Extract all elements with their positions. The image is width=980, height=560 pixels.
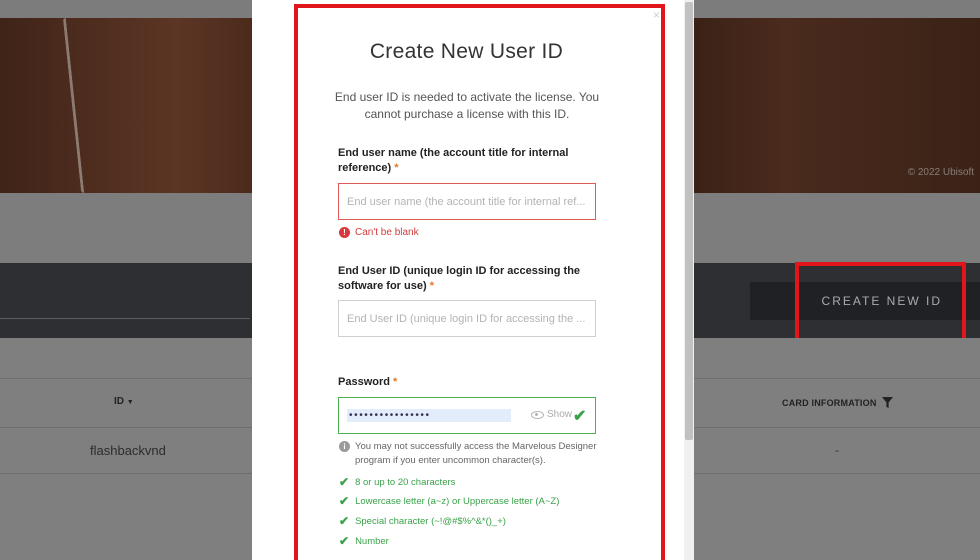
- required-mark: *: [429, 280, 434, 292]
- password-rule: ✔ Special character (~!@#$%^&*()_+): [339, 514, 506, 528]
- table-cell-card: -: [835, 443, 839, 457]
- info-icon: i: [339, 441, 350, 452]
- column-header-id[interactable]: ID ▼: [114, 396, 134, 407]
- check-icon: ✔: [339, 514, 350, 528]
- check-icon: ✔: [339, 475, 350, 489]
- toolbar-underline: [0, 318, 250, 319]
- userid-input[interactable]: [338, 300, 596, 337]
- show-password-toggle[interactable]: Show: [531, 409, 572, 420]
- password-rule: ✔ 8 or up to 20 characters: [339, 475, 455, 489]
- userid-label-text: End User ID (unique login ID for accessi…: [338, 265, 581, 292]
- username-error-text: Can't be blank: [355, 227, 419, 238]
- password-rule-text: 8 or up to 20 characters: [355, 476, 456, 488]
- check-icon: ✔: [339, 534, 350, 548]
- password-masked-value: ••••••••••••••••: [347, 409, 511, 422]
- check-icon: ✔: [339, 494, 350, 508]
- filter-icon[interactable]: [882, 397, 894, 408]
- userid-label: End User ID (unique login ID for accessi…: [338, 264, 586, 294]
- password-rule: ✔ Number: [339, 534, 389, 548]
- error-icon: !: [339, 227, 350, 238]
- column-header-id-label: ID: [114, 396, 124, 407]
- modal-scrollbar-thumb[interactable]: [685, 2, 693, 440]
- password-rule-text: Lowercase letter (a~z) or Uppercase lett…: [355, 495, 560, 507]
- username-label-text: End user name (the account title for int…: [338, 147, 569, 174]
- password-rule-text: Special character (~!@#$%^&*()_+): [355, 515, 506, 527]
- modal-title: Create New User ID: [369, 40, 564, 63]
- eye-icon: [531, 410, 544, 419]
- password-info: i You may not successfully access the Ma…: [339, 440, 601, 468]
- required-mark: *: [394, 162, 399, 174]
- password-rule: ✔ Lowercase letter (a~z) or Uppercase le…: [339, 494, 559, 508]
- create-button-highlight: [795, 262, 966, 343]
- password-label: Password *: [338, 375, 397, 390]
- password-input[interactable]: •••••••••••••••• Show ✔: [338, 397, 596, 434]
- required-mark: *: [393, 376, 398, 388]
- valid-check-icon: ✔: [573, 408, 587, 425]
- username-input[interactable]: [338, 183, 596, 220]
- hero-copyright: © 2022 Ubisoft: [907, 167, 974, 178]
- show-password-label: Show: [547, 409, 573, 420]
- modal-subtitle: End user ID is needed to activate the li…: [334, 90, 600, 121]
- username-label: End user name (the account title for int…: [338, 146, 578, 176]
- password-rule-text: Number: [355, 535, 389, 547]
- sort-down-icon: ▼: [126, 399, 134, 406]
- column-header-card-label: CARD INFORMATION: [782, 398, 877, 408]
- username-error: ! Can't be blank: [339, 227, 419, 238]
- password-info-text: You may not successfully access the Marv…: [355, 441, 597, 466]
- table-cell-id: flashbackvnd: [90, 443, 166, 458]
- password-label-text: Password: [338, 376, 390, 388]
- column-header-card-information[interactable]: CARD INFORMATION: [782, 397, 894, 408]
